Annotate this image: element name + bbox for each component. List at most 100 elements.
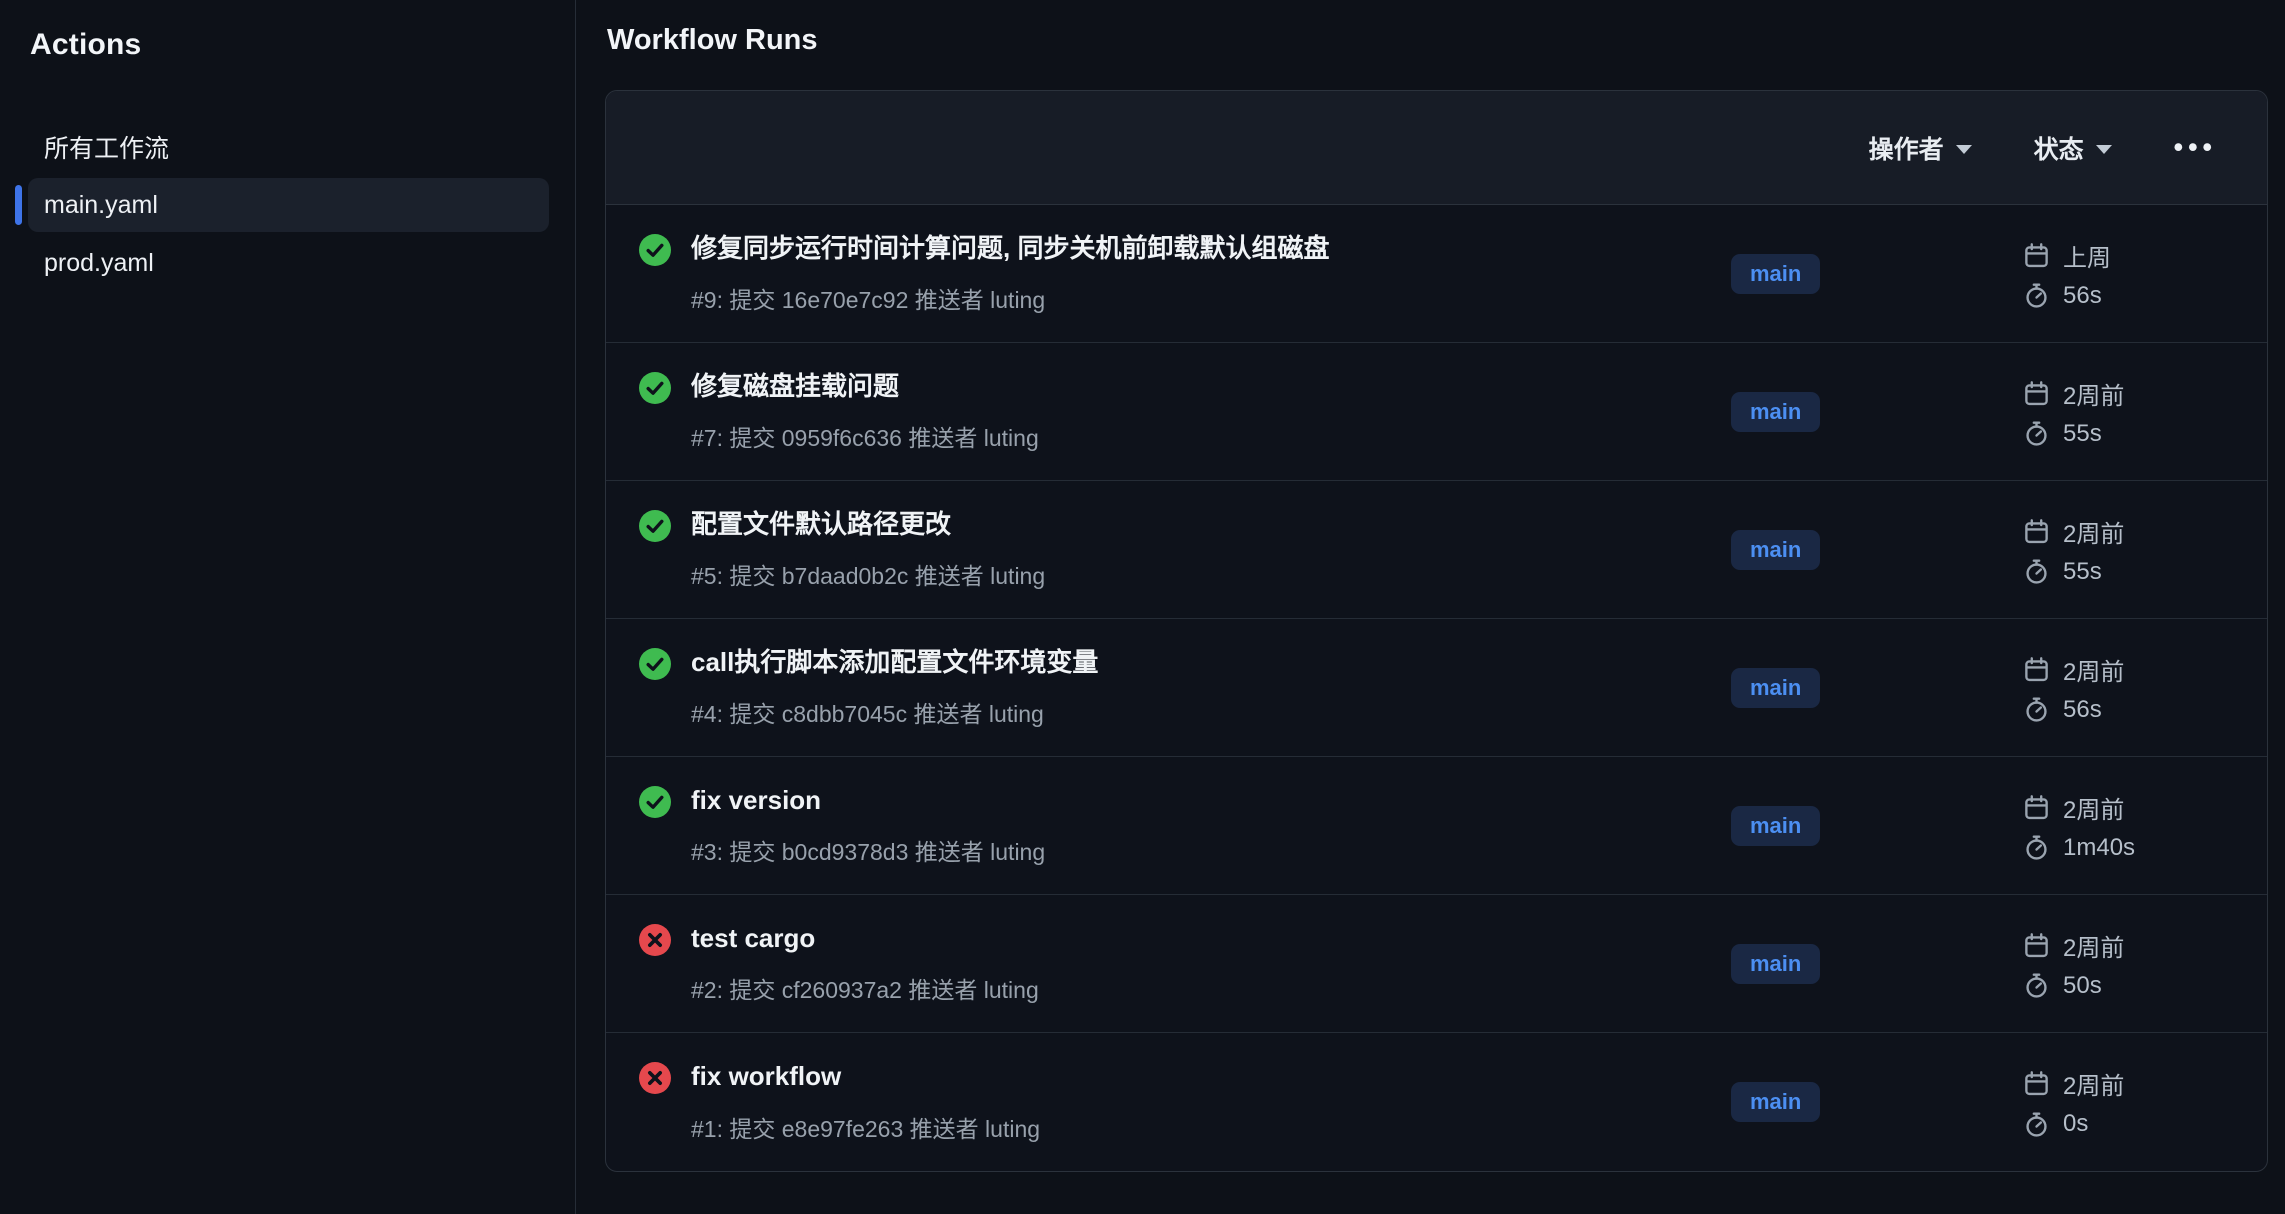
run-duration: 55s [2063,420,2102,448]
run-duration: 1m40s [2063,834,2135,862]
stopwatch-icon [2023,282,2050,309]
run-title-link[interactable]: fix version [691,784,1045,817]
run-summary: 修复同步运行时间计算问题, 同步关机前卸载默认组磁盘 #9: 提交 16e70e… [639,232,1731,316]
sidebar-item-label: prod.yaml [44,249,154,278]
page-title: Workflow Runs [607,24,2268,57]
run-text-block: 修复同步运行时间计算问题, 同步关机前卸载默认组磁盘 #9: 提交 16e70e… [691,232,1329,316]
run-status-icon [639,372,671,404]
more-options-button[interactable]: ••• [2174,134,2217,161]
workflow-run-row[interactable]: test cargo #2: 提交 cf260937a2 推送者 luting … [606,895,2267,1033]
run-status-icon [639,234,671,266]
run-commit-info: #2: 提交 cf260937a2 推送者 luting [691,971,1039,1005]
run-commit-info: #5: 提交 b7daad0b2c 推送者 luting [691,557,1045,591]
workflow-run-row[interactable]: fix version #3: 提交 b0cd9378d3 推送者 luting… [606,757,2267,895]
run-title-link[interactable]: test cargo [691,922,1039,955]
run-date-line: 2周前 [2023,376,2221,411]
run-duration: 0s [2063,1110,2088,1138]
x-circle-icon [639,1062,671,1094]
branch-badge[interactable]: main [1731,392,1820,432]
status-filter-label: 状态 [2034,130,2084,166]
workflow-run-row[interactable]: 修复磁盘挂载问题 #7: 提交 0959f6c636 推送者 luting ma… [606,343,2267,481]
branch-badge[interactable]: main [1731,254,1820,294]
run-date-line: 上周 [2023,238,2221,273]
run-branch-column: main [1731,944,2023,984]
actor-filter-label: 操作者 [1869,130,1944,166]
branch-badge[interactable]: main [1731,806,1820,846]
actions-sidebar: Actions 所有工作流 main.yaml prod.yaml [0,0,576,1214]
run-meta-column: 上周 56s [2023,238,2221,310]
sidebar-item-label: 所有工作流 [44,129,169,165]
run-title-link[interactable]: 配置文件默认路径更改 [691,508,1045,541]
run-duration: 50s [2063,972,2102,1000]
branch-badge[interactable]: main [1731,668,1820,708]
run-duration-line: 56s [2023,282,2221,310]
run-status-icon [639,924,671,956]
run-text-block: fix version #3: 提交 b0cd9378d3 推送者 luting [691,784,1045,868]
run-branch-column: main [1731,668,2023,708]
sidebar-title: Actions [30,28,549,62]
run-date: 2周前 [2063,790,2124,825]
run-text-block: call执行脚本添加配置文件环境变量 #4: 提交 c8dbb7045c 推送者… [691,646,1098,730]
run-meta-column: 2周前 56s [2023,652,2221,724]
run-duration: 56s [2063,696,2102,724]
run-summary: fix workflow #1: 提交 e8e97fe263 推送者 lutin… [639,1060,1731,1144]
sidebar-item-main-yaml[interactable]: main.yaml [28,178,549,232]
workflow-run-row[interactable]: call执行脚本添加配置文件环境变量 #4: 提交 c8dbb7045c 推送者… [606,619,2267,757]
run-branch-column: main [1731,392,2023,432]
branch-badge[interactable]: main [1731,530,1820,570]
workflow-run-row[interactable]: 配置文件默认路径更改 #5: 提交 b7daad0b2c 推送者 luting … [606,481,2267,619]
stopwatch-icon [2023,972,2050,999]
run-date-line: 2周前 [2023,1066,2221,1101]
calendar-icon [2023,794,2050,821]
branch-badge[interactable]: main [1731,944,1820,984]
run-meta-column: 2周前 0s [2023,1066,2221,1138]
run-text-block: fix workflow #1: 提交 e8e97fe263 推送者 lutin… [691,1060,1040,1144]
run-list: 修复同步运行时间计算问题, 同步关机前卸载默认组磁盘 #9: 提交 16e70e… [606,205,2267,1171]
run-date: 2周前 [2063,1066,2124,1101]
run-status-icon [639,1062,671,1094]
status-filter-dropdown[interactable]: 状态 [2034,130,2112,166]
run-summary: fix version #3: 提交 b0cd9378d3 推送者 luting [639,784,1731,868]
run-title-link[interactable]: 修复磁盘挂载问题 [691,370,1039,403]
run-text-block: 修复磁盘挂载问题 #7: 提交 0959f6c636 推送者 luting [691,370,1039,454]
stopwatch-icon [2023,420,2050,447]
run-duration-line: 50s [2023,972,2221,1000]
run-title-link[interactable]: 修复同步运行时间计算问题, 同步关机前卸载默认组磁盘 [691,232,1329,265]
calendar-icon [2023,656,2050,683]
run-duration-line: 56s [2023,696,2221,724]
run-duration-line: 55s [2023,558,2221,586]
app-root: Actions 所有工作流 main.yaml prod.yaml Workfl… [0,0,2285,1214]
run-duration-line: 1m40s [2023,834,2221,862]
actor-filter-dropdown[interactable]: 操作者 [1869,130,1972,166]
calendar-icon [2023,242,2050,269]
run-duration: 55s [2063,558,2102,586]
stopwatch-icon [2023,834,2050,861]
sidebar-item-all-workflows[interactable]: 所有工作流 [28,120,549,174]
runs-filter-bar: 操作者 状态 ••• [606,91,2267,205]
workflow-nav: 所有工作流 main.yaml prod.yaml [28,120,549,290]
run-meta-column: 2周前 50s [2023,928,2221,1000]
run-date-line: 2周前 [2023,514,2221,549]
run-title-link[interactable]: call执行脚本添加配置文件环境变量 [691,646,1098,679]
chevron-down-icon [2096,145,2112,154]
run-date-line: 2周前 [2023,790,2221,825]
check-circle-icon [639,786,671,818]
run-text-block: 配置文件默认路径更改 #5: 提交 b7daad0b2c 推送者 luting [691,508,1045,592]
workflow-run-row[interactable]: fix workflow #1: 提交 e8e97fe263 推送者 lutin… [606,1033,2267,1171]
chevron-down-icon [1956,145,1972,154]
run-commit-info: #3: 提交 b0cd9378d3 推送者 luting [691,833,1045,867]
run-status-icon [639,786,671,818]
run-status-icon [639,648,671,680]
run-branch-column: main [1731,1082,2023,1122]
branch-badge[interactable]: main [1731,1082,1820,1122]
calendar-icon [2023,518,2050,545]
workflow-run-row[interactable]: 修复同步运行时间计算问题, 同步关机前卸载默认组磁盘 #9: 提交 16e70e… [606,205,2267,343]
sidebar-item-prod-yaml[interactable]: prod.yaml [28,236,549,290]
check-circle-icon [639,234,671,266]
run-title-link[interactable]: fix workflow [691,1060,1040,1093]
run-date: 上周 [2063,238,2111,273]
run-branch-column: main [1731,530,2023,570]
run-date: 2周前 [2063,514,2124,549]
calendar-icon [2023,932,2050,959]
run-branch-column: main [1731,806,2023,846]
